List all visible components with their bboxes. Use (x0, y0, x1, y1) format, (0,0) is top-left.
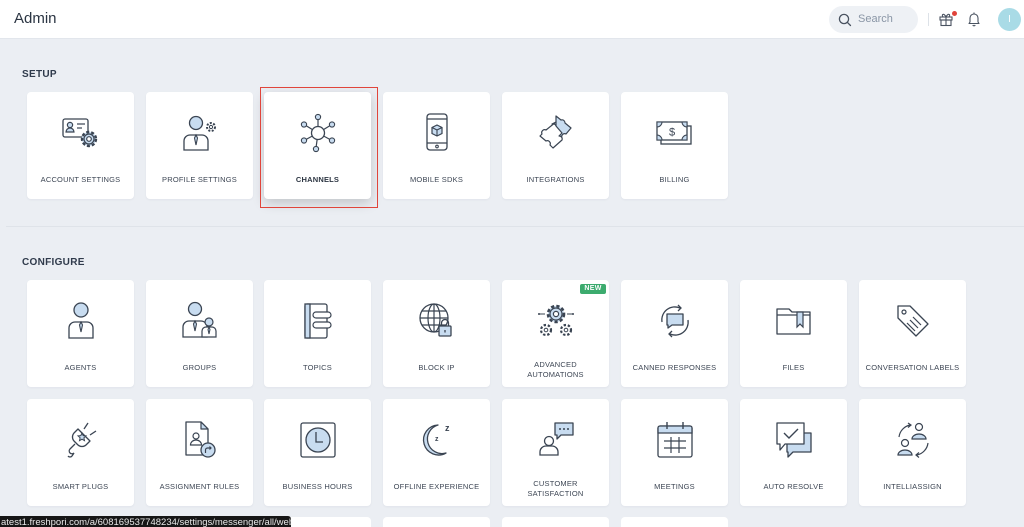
intelliassign-icon (897, 422, 929, 458)
card-label: CHANNELS (295, 175, 340, 184)
card-business-hours[interactable]: BUSINESS HOURS (264, 399, 371, 506)
card-partial[interactable] (621, 517, 728, 527)
card-profile-settings[interactable]: PROFILE SETTINGS (146, 92, 253, 199)
card-canned-responses[interactable]: CANNED RESPONSES (621, 280, 728, 387)
card-account-settings[interactable]: ACCOUNT SETTINGS (27, 92, 134, 199)
card-label: ACCOUNT SETTINGS (40, 175, 121, 184)
link-preview-status-bar: atest1.freshpori.com/a/608169537748234/s… (0, 516, 291, 527)
gears-icon (538, 304, 574, 337)
customer-satisfaction-icon (539, 422, 574, 456)
card-files[interactable]: FILES (740, 280, 847, 387)
card-label: CONVERSATION LABELS (865, 363, 960, 372)
header-divider (928, 13, 929, 26)
assignment-rules-icon (185, 421, 216, 458)
card-customer-satisfaction[interactable]: CUSTOMER SATISFACTION (502, 399, 609, 506)
search-icon (838, 13, 852, 27)
card-conversation-labels[interactable]: CONVERSATION LABELS (859, 280, 966, 387)
card-label: BUSINESS HOURS (282, 482, 353, 491)
card-label: BILLING (659, 175, 690, 184)
top-bar: Admin Search I (0, 0, 1024, 39)
card-mobile-sdks[interactable]: MOBILE SDKS (383, 92, 490, 199)
section-divider (6, 226, 1024, 227)
card-groups[interactable]: GROUPS (146, 280, 253, 387)
section-title-configure: CONFIGURE (22, 257, 85, 268)
moon-icon: zz (422, 423, 450, 456)
svg-text:z: z (435, 436, 439, 443)
card-topics[interactable]: TOPICS (264, 280, 371, 387)
card-label: ADVANCED AUTOMATIONS (527, 360, 584, 379)
card-label: SMART PLUGS (52, 482, 109, 491)
notification-dot (952, 11, 957, 16)
card-label: INTEGRATIONS (526, 175, 585, 184)
profile-settings-icon (183, 115, 216, 151)
card-meetings[interactable]: MEETINGS (621, 399, 728, 506)
section-title-setup: SETUP (22, 69, 57, 80)
auto-resolve-icon (776, 422, 812, 458)
mobile-sdk-icon (426, 113, 448, 151)
tag-icon (897, 305, 929, 337)
account-settings-icon (62, 118, 98, 148)
card-partial[interactable] (383, 517, 490, 527)
folder-icon (776, 308, 811, 335)
card-advanced-automations[interactable]: ADVANCED AUTOMATIONS (502, 280, 609, 387)
card-assignment-rules[interactable]: ASSIGNMENT RULES (146, 399, 253, 506)
agent-icon (68, 302, 94, 339)
card-channels[interactable]: CHANNELS (264, 92, 371, 199)
puzzle-icon (539, 115, 572, 149)
card-label: PROFILE SETTINGS (162, 175, 237, 184)
plug-icon (67, 422, 97, 458)
search-placeholder: Search (858, 13, 893, 25)
avatar[interactable]: I (998, 8, 1021, 31)
channels-icon (300, 113, 336, 153)
svg-text:z: z (445, 423, 450, 433)
canned-responses-icon (661, 304, 689, 338)
topics-icon (304, 303, 332, 339)
new-badge: NEW (580, 284, 606, 294)
billing-icon: $ (656, 121, 692, 145)
card-label: MEETINGS (654, 482, 695, 491)
groups-icon (182, 301, 217, 338)
card-label: MOBILE SDKS (409, 175, 464, 184)
clock-icon (300, 422, 336, 458)
calendar-icon (657, 422, 693, 458)
card-smart-plugs[interactable]: SMART PLUGS (27, 399, 134, 506)
card-label: GROUPS (182, 363, 217, 372)
globe-lock-icon (419, 303, 452, 337)
card-integrations[interactable]: INTEGRATIONS (502, 92, 609, 199)
card-label: AGENTS (64, 363, 97, 372)
card-block-ip[interactable]: BLOCK IP (383, 280, 490, 387)
card-intelliassign[interactable]: INTELLIASSIGN (859, 399, 966, 506)
card-label: BLOCK IP (418, 363, 455, 372)
card-label: INTELLIASSIGN (883, 482, 942, 491)
svg-text:$: $ (669, 127, 675, 139)
card-label: CANNED RESPONSES (632, 363, 717, 372)
page-title: Admin (14, 10, 57, 27)
card-agents[interactable]: AGENTS (27, 280, 134, 387)
card-label: TOPICS (303, 363, 332, 372)
card-label: CUSTOMER SATISFACTION (527, 479, 584, 498)
search-input[interactable]: Search (829, 6, 918, 33)
card-label: OFFLINE EXPERIENCE (393, 482, 480, 491)
card-offline-experience[interactable]: zz OFFLINE EXPERIENCE (383, 399, 490, 506)
card-partial[interactable] (502, 517, 609, 527)
card-label: AUTO RESOLVE (763, 482, 824, 491)
card-billing[interactable]: $ BILLING (621, 92, 728, 199)
bell-icon[interactable] (967, 11, 981, 27)
card-auto-resolve[interactable]: AUTO RESOLVE (740, 399, 847, 506)
card-label: FILES (782, 363, 805, 372)
card-label: ASSIGNMENT RULES (159, 482, 240, 491)
